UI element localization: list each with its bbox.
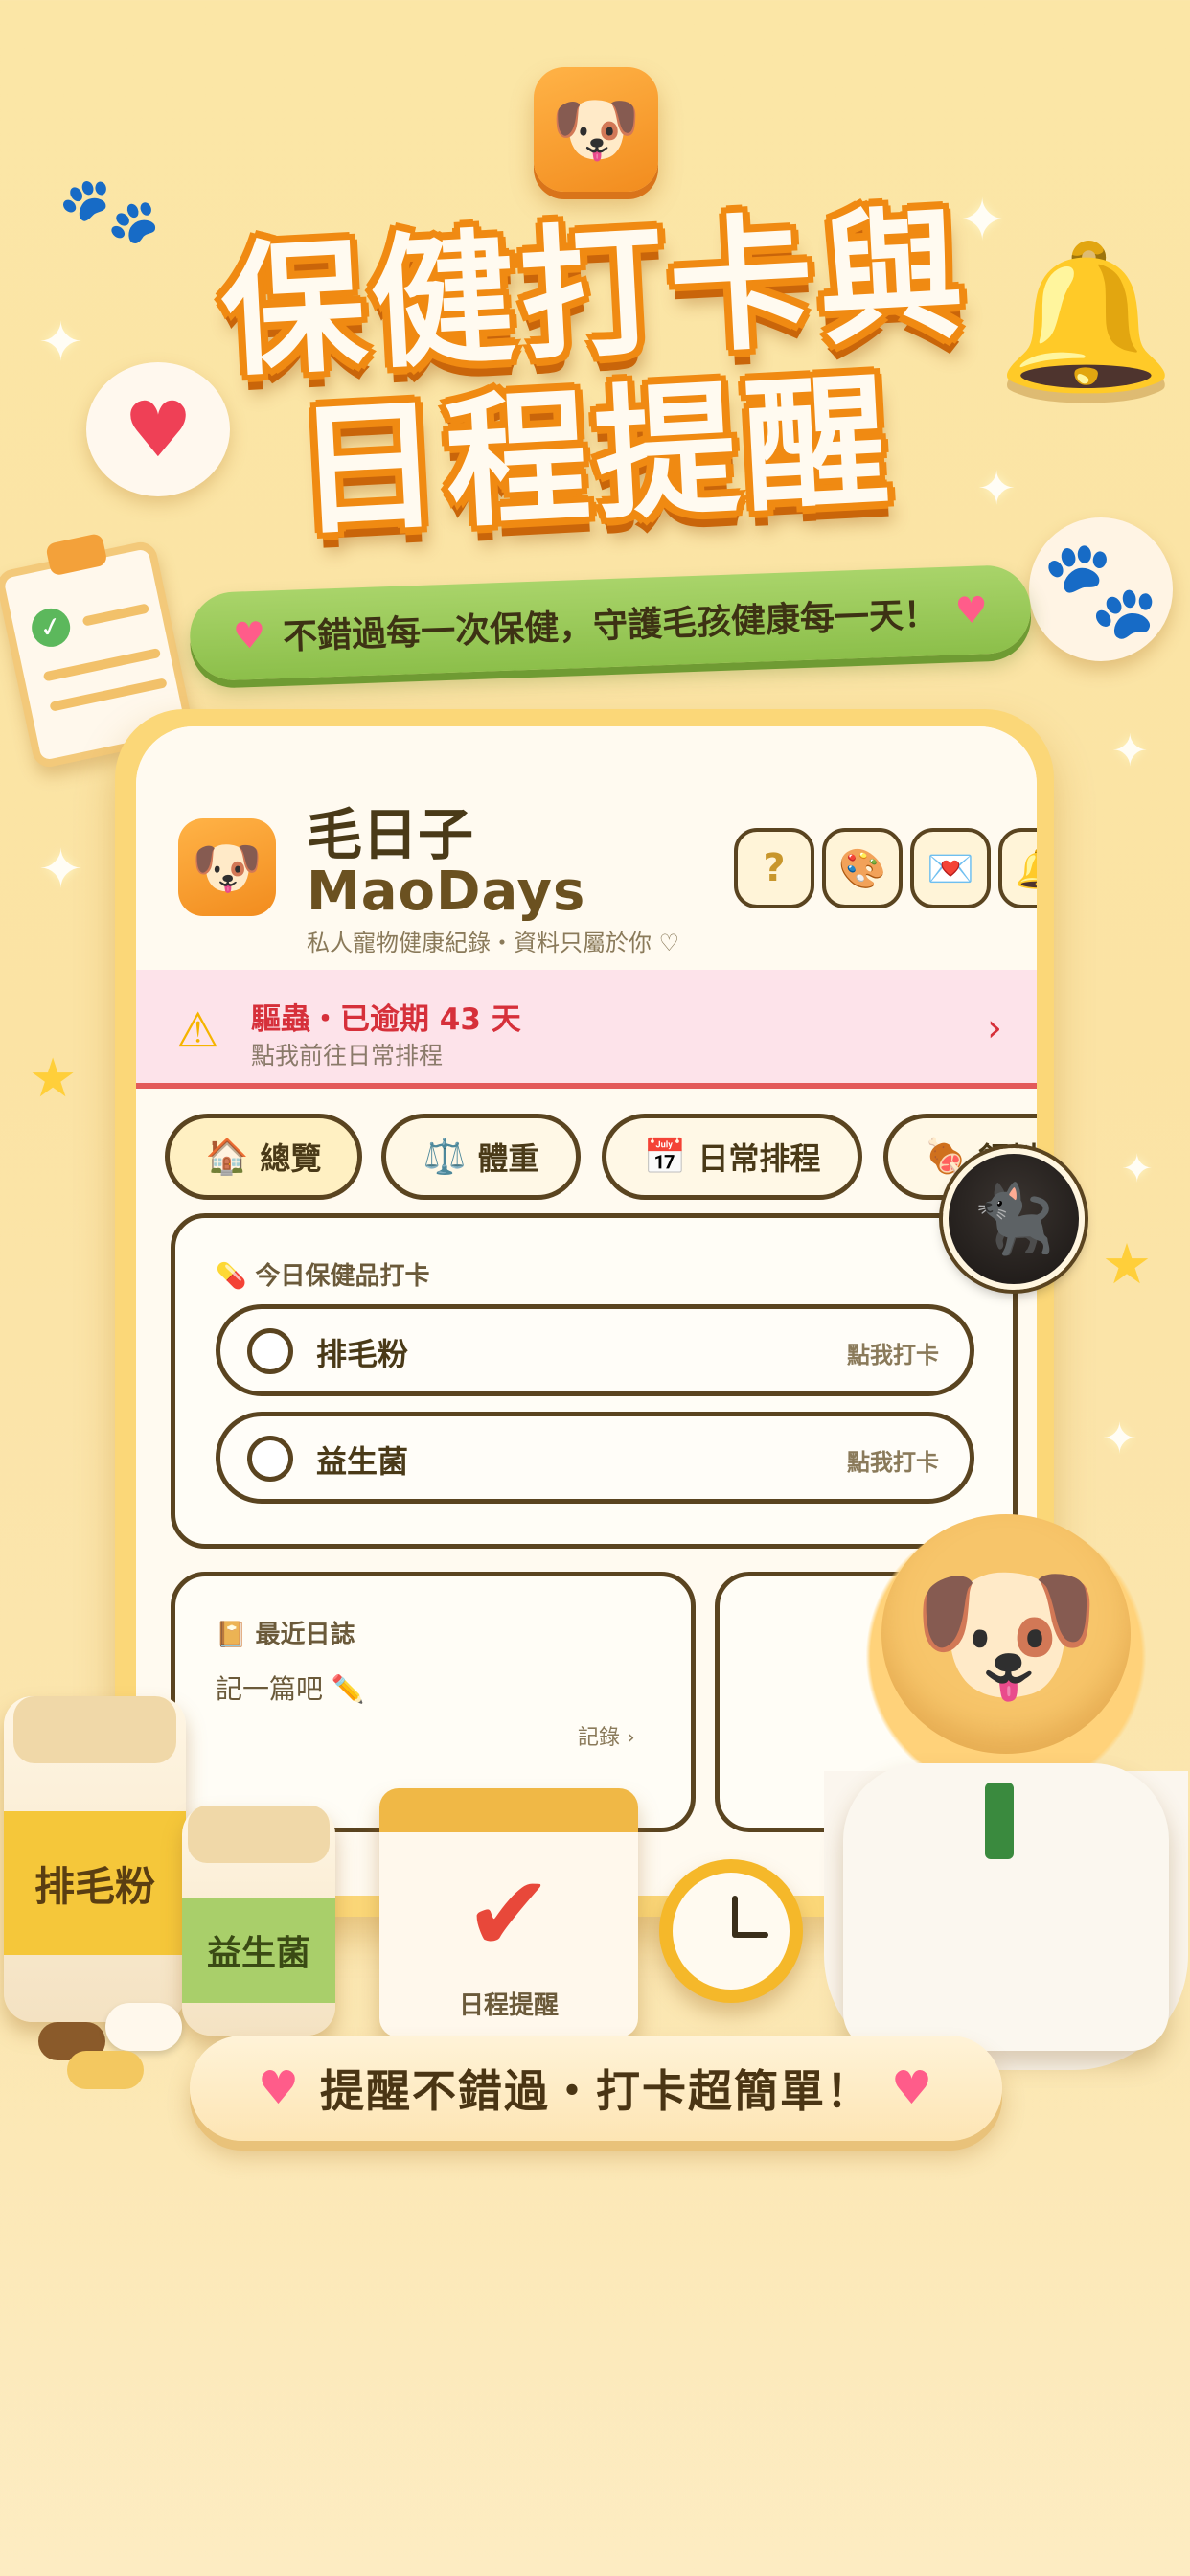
app-name-en: MaoDays — [307, 861, 586, 923]
tab-daily-schedule[interactable]: 📅 日常排程 — [602, 1114, 862, 1200]
tab-overview[interactable]: 🏠 總覽 — [165, 1114, 362, 1200]
sparkle-icon: ✦ — [38, 839, 83, 901]
bottom-banner: ♥ 提醒不錯過・打卡超簡單！ ♥ — [190, 2036, 1002, 2141]
app-name-cn: 毛日子 — [307, 802, 474, 867]
supplement-checkin-card: 💊 今日保健品打卡 排毛粉 點我打卡 益生菌 點我打卡 — [171, 1213, 1018, 1549]
dog-and-cat-icon: 🐶 — [191, 834, 263, 902]
dog-and-cat-icon: 🐶 — [550, 86, 642, 172]
calendar-icon: 📅 — [643, 1138, 687, 1177]
checkin-item-label: 排毛粉 — [316, 1336, 409, 1372]
checkin-item-label: 益生菌 — [316, 1443, 409, 1480]
app-header-logo: 🐶 — [178, 818, 276, 916]
capsule-icon — [67, 2051, 144, 2089]
supplement-jar: 排毛粉 — [4, 1696, 186, 2022]
warning-icon: ⚠ — [176, 1002, 219, 1058]
checkin-item[interactable]: 排毛粉 點我打卡 — [216, 1304, 974, 1396]
alarm-clock-icon — [659, 1859, 803, 2003]
checkbox-circle[interactable] — [247, 1328, 293, 1374]
dog-face-icon: 🐶 — [881, 1514, 1131, 1754]
tab-label: 總覽 — [260, 1140, 322, 1177]
tab-label: 日常排程 — [698, 1140, 821, 1177]
pencil-icon: ✏️ — [331, 1673, 365, 1705]
star-icon: ★ — [1102, 1231, 1152, 1297]
checkbox-circle[interactable] — [247, 1436, 293, 1482]
supplement-jar: 益生菌 — [182, 1806, 335, 2036]
sparkle-icon: ✦ — [1111, 724, 1149, 776]
heart-icon: ♥ — [891, 2061, 935, 2115]
checkmark-icon: ✔ — [464, 1852, 554, 1975]
app-subtitle: 私人寵物健康紀錄・資料只屬於你 ♡ — [307, 930, 680, 956]
overdue-alert-banner[interactable]: ⚠ 驅蟲・已逾期 43 天 點我前往日常排程 › — [136, 970, 1037, 1089]
calendar-label: 日程提醒 — [458, 1991, 559, 2020]
tab-label: 體重 — [477, 1140, 539, 1177]
alert-subtitle: 點我前往日常排程 — [251, 1042, 444, 1070]
heart-icon: ♥ — [257, 2061, 301, 2115]
chevron-right-icon: › — [987, 1006, 1002, 1050]
palette-icon: 🎨 — [838, 846, 886, 891]
checkin-item[interactable]: 益生菌 點我打卡 — [216, 1412, 974, 1504]
help-button[interactable]: ? — [734, 828, 814, 908]
app-header: 🐶 毛日子 MaoDays 私人寵物健康紀錄・資料只屬於你 ♡ ? 🎨 💌 🔔 — [136, 726, 1037, 968]
tab-weight[interactable]: ⚖️ 體重 — [381, 1114, 581, 1200]
bell-icon: 🔔 — [1015, 846, 1037, 891]
sparkle-icon: ✦ — [1121, 1147, 1154, 1191]
doctor-dog-mascot: 🐶 — [824, 1495, 1188, 2070]
paw-badge-icon: 🐾 — [1029, 518, 1173, 661]
mail-button[interactable]: 💌 — [910, 828, 991, 908]
journal-placeholder: 記一篇吧 ✏️ — [216, 1673, 365, 1705]
journal-card-title: 📔 最近日誌 — [216, 1621, 355, 1649]
journal-record-link[interactable]: 記錄 › — [578, 1720, 635, 1751]
notifications-button[interactable]: 🔔 — [998, 828, 1037, 908]
alert-title: 驅蟲・已逾期 43 天 — [251, 1002, 521, 1037]
calendar-prop: ✔ 日程提醒 — [379, 1788, 638, 2037]
notebook-icon: 📔 — [216, 1621, 247, 1649]
house-icon: 🏠 — [205, 1138, 249, 1177]
checkin-card-title: 💊 今日保健品打卡 — [216, 1262, 430, 1291]
heart-icon: ♥ — [954, 588, 989, 632]
question-icon: ? — [763, 846, 786, 890]
star-icon: ★ — [29, 1047, 78, 1110]
tagline-banner: ♥ 不錯過每一次保健，守護毛孩健康每一天！ ♥ — [188, 564, 1033, 682]
checkin-action[interactable]: 點我打卡 — [847, 1443, 939, 1477]
pill-icon: 💊 — [216, 1262, 247, 1291]
black-cat-icon: 🐈‍⬛ — [972, 1179, 1056, 1258]
tagline-text: 不錯過每一次保健，守護毛孩健康每一天！ — [282, 595, 939, 657]
jar-label: 排毛粉 — [4, 1811, 186, 1955]
pet-avatar[interactable]: 🐈‍⬛ — [943, 1148, 1085, 1290]
app-logo: 🐶 — [534, 67, 658, 192]
tablet-icon — [105, 2003, 182, 2051]
heart-icon: ♥ — [232, 613, 266, 657]
jar-label: 益生菌 — [182, 1898, 335, 2003]
theme-button[interactable]: 🎨 — [822, 828, 903, 908]
love-letter-icon: 💌 — [927, 846, 974, 891]
checkin-action[interactable]: 點我打卡 — [847, 1336, 939, 1369]
bottom-banner-text: 提醒不錯過・打卡超簡單！ — [320, 2065, 872, 2117]
sparkle-icon: ✦ — [1102, 1414, 1137, 1463]
scale-icon: ⚖️ — [423, 1138, 467, 1177]
